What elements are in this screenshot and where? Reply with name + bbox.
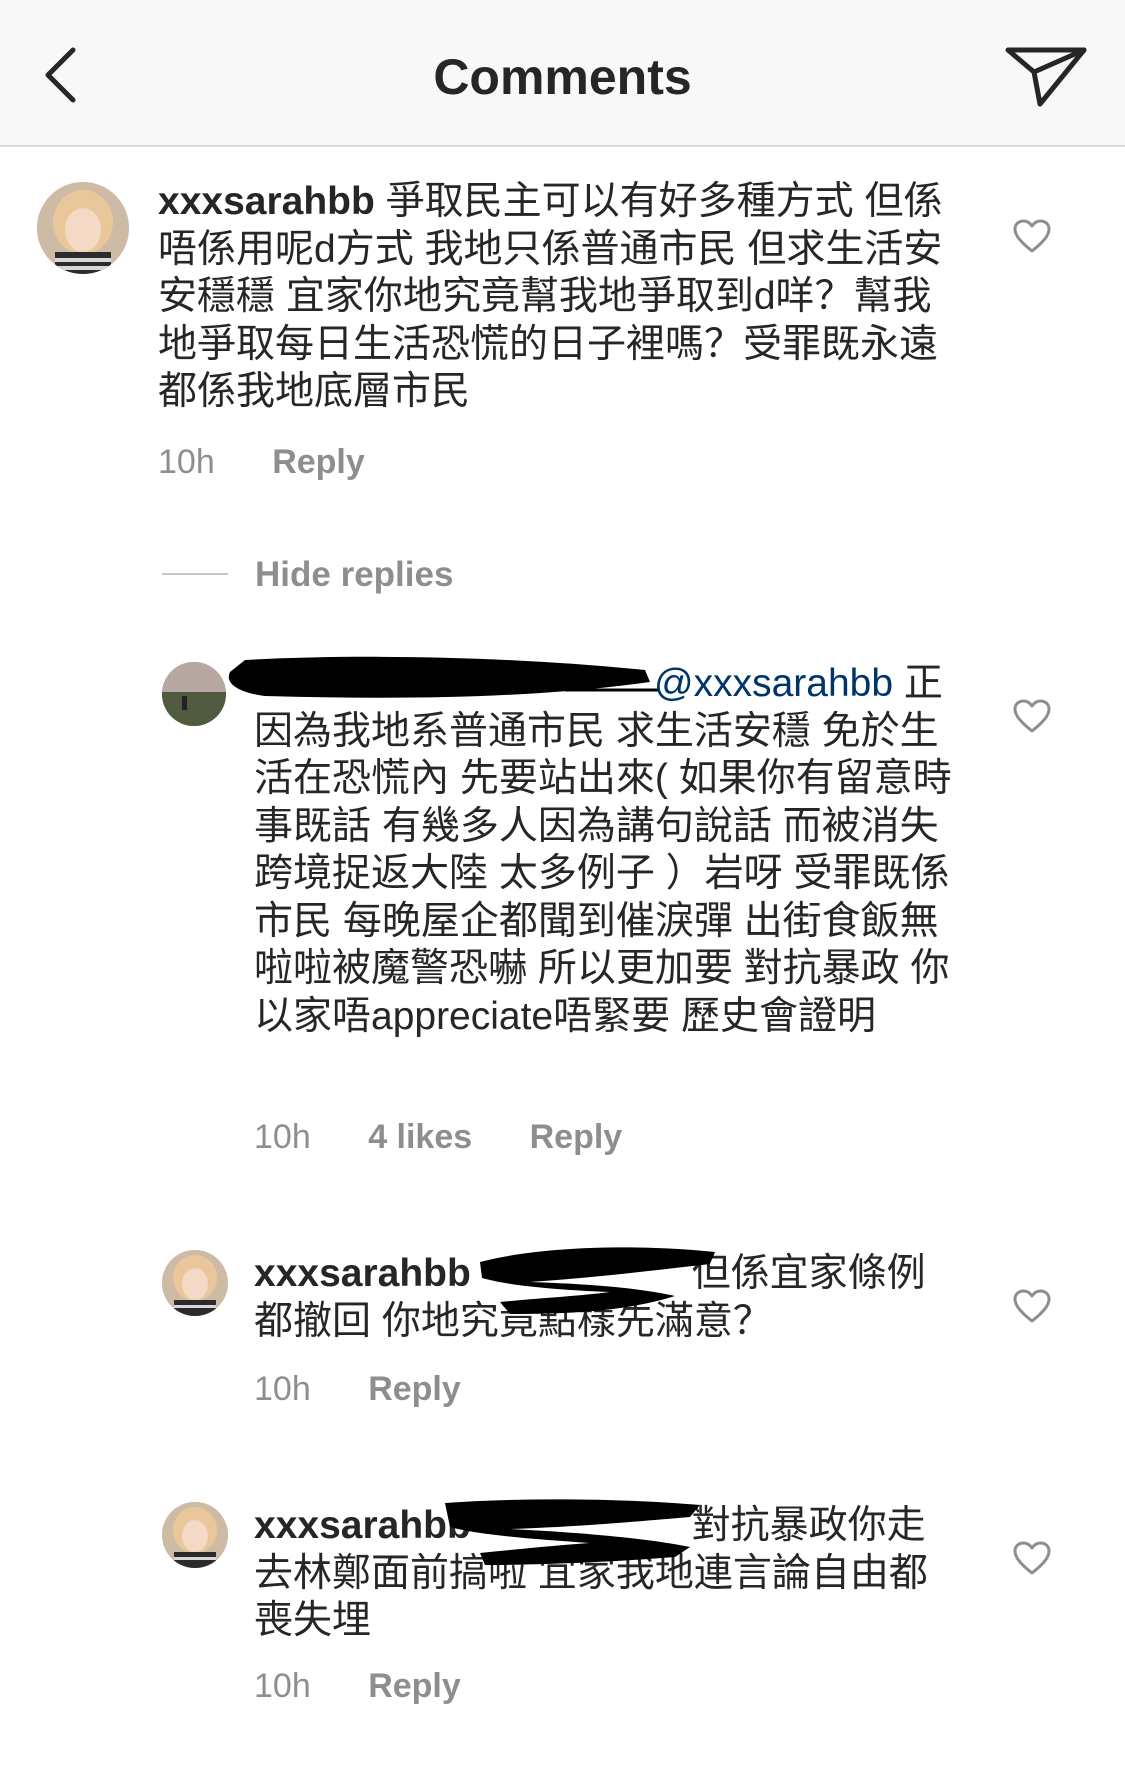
heart-icon[interactable]: [1012, 1540, 1052, 1576]
reply-button[interactable]: Reply: [368, 1370, 461, 1408]
reply-meta: 10h 4 likes Reply: [254, 1118, 670, 1157]
reply-button[interactable]: Reply: [368, 1667, 461, 1705]
comment-username[interactable]: xxxsarahbb: [158, 180, 375, 223]
reply-text: @xxxsarahbb 正因為我地系普通市民 求生活安穩 免於生活在恐慌內 先要…: [254, 660, 974, 1040]
paper-plane-icon: [1005, 47, 1087, 107]
send-button[interactable]: [1000, 42, 1090, 112]
reply-button[interactable]: Reply: [272, 443, 365, 481]
reply-username[interactable]: xxxsarahbb: [254, 1252, 471, 1295]
avatar[interactable]: [162, 1502, 228, 1568]
redaction-mark: [445, 1499, 700, 1565]
reply-time: 10h: [254, 1118, 311, 1156]
page-title: Comments: [433, 49, 692, 105]
mention-link[interactable]: @xxxsarahbb: [654, 662, 893, 705]
avatar-photo-icon: [162, 1250, 228, 1316]
redaction-mark: [480, 1247, 715, 1314]
comment-meta: 10h Reply: [158, 443, 413, 482]
reply-time: 10h: [254, 1667, 311, 1705]
reply-meta: 10h Reply: [254, 1667, 509, 1706]
reply-meta: 10h Reply: [254, 1370, 509, 1409]
comment-text: xxxsarahbb 爭取民主可以有好多種方式 但係唔係用呢d方式 我地只係普通…: [158, 178, 958, 416]
avatar-photo-icon: [37, 182, 129, 274]
hide-replies-button[interactable]: Hide replies: [255, 555, 453, 595]
avatar-photo-icon: [162, 1502, 228, 1568]
heart-icon[interactable]: [1012, 1288, 1052, 1324]
avatar[interactable]: [37, 182, 129, 274]
reply-body: 正因為我地系普通市民 求生活安穩 免於生活在恐慌內 先要站出來( 如果你有留意時…: [254, 662, 952, 1038]
reply-button[interactable]: Reply: [530, 1118, 623, 1156]
header-bar: Comments: [0, 0, 1125, 147]
heart-icon[interactable]: [1012, 218, 1052, 254]
comment-time: 10h: [158, 443, 215, 481]
avatar[interactable]: [162, 1250, 228, 1316]
heart-icon[interactable]: [1012, 698, 1052, 734]
reply-time: 10h: [254, 1370, 311, 1408]
likes-count[interactable]: 4 likes: [368, 1118, 472, 1156]
reply-username[interactable]: xxxsarahbb: [254, 1504, 471, 1547]
divider: [162, 573, 228, 575]
